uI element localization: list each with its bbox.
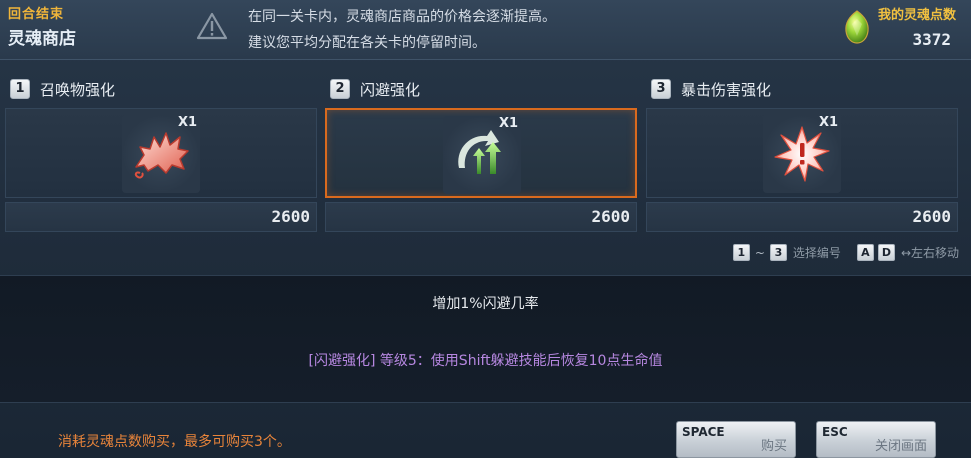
range-tilde: ~ [754,245,765,260]
notice-line-2: 建议您平均分配在各关卡的停留时间。 [248,35,486,51]
item-slot-selected[interactable]: X1 [325,108,637,198]
round-end-label: 回合结束 [8,7,65,22]
item-price: 2600 [912,207,951,226]
item-name: 召唤物强化 [40,80,116,99]
item-effect-text: 增加1%闪避几率 [432,296,539,312]
item-slot[interactable]: X1 [5,108,317,198]
item-header: 2 闪避强化 [325,75,420,103]
item-price: 2600 [591,207,630,226]
key-hints: 1 ~ 3 选择编号 A D ↔左右移动 [731,244,959,261]
item-name: 闪避强化 [360,80,421,99]
item-description-panel: 增加1%闪避几率 [闪避强化] 等级5：使用Shift躲避技能后恢复10点生命值 [0,275,971,403]
item-header: 1 召唤物强化 [5,75,115,103]
item-price: 2600 [271,207,310,226]
item-price-bar: 2600 [5,202,317,232]
item-quantity: X1 [819,115,839,130]
shop-header: 回合结束 灵魂商店 在同一关卡内，灵魂商店商品的价格会逐渐提高。 建议您平均分配… [0,0,971,60]
shop-title: 灵魂商店 [8,29,76,49]
item-name: 暴击伤害强化 [681,80,772,99]
buy-key-label: SPACE [682,425,725,439]
shop-item-1[interactable]: 1 召唤物强化 X1 2600 [5,75,317,235]
item-key-badge: 3 [651,79,671,99]
close-action-label: 关闭画面 [874,439,927,454]
close-key-label: ESC [822,425,848,439]
item-key-badge: 1 [10,79,30,99]
item-slot[interactable]: X1 [646,108,958,198]
shop-item-2[interactable]: 2 闪避强化 X1 2600 [325,75,637,235]
key-3-badge: 3 [769,244,787,261]
move-hint: ↔左右移动 [900,246,959,260]
select-number-hint: 选择编号 [792,246,841,260]
shop-item-3[interactable]: 3 暴击伤害强化 X1 2600 [646,75,958,235]
warning-icon [196,12,228,40]
soul-shop-screen: 回合结束 灵魂商店 在同一关卡内，灵魂商店商品的价格会逐渐提高。 建议您平均分配… [0,0,971,458]
key-d-badge: D [877,244,895,261]
item-level-detail: [闪避强化] 等级5：使用Shift躲避技能后恢复10点生命值 [308,353,663,369]
item-price-bar: 2600 [646,202,958,232]
buy-action-label: 购买 [760,439,787,454]
soul-points-value: 3372 [912,30,951,49]
item-quantity: X1 [499,116,519,131]
key-1-badge: 1 [732,244,750,261]
buy-button[interactable]: SPACE 购买 [676,421,796,458]
purchase-note: 消耗灵魂点数购买，最多可购买3个。 [58,434,291,450]
key-a-badge: A [856,244,874,261]
close-screen-button[interactable]: ESC 关闭画面 [816,421,936,458]
item-quantity: X1 [178,115,198,130]
notice-line-1: 在同一关卡内，灵魂商店商品的价格会逐渐提高。 [248,9,556,25]
soul-gem-icon [845,10,869,44]
item-header: 3 暴击伤害强化 [646,75,771,103]
item-key-badge: 2 [330,79,350,99]
item-price-bar: 2600 [325,202,637,232]
soul-points-label: 我的灵魂点数 [878,8,957,23]
